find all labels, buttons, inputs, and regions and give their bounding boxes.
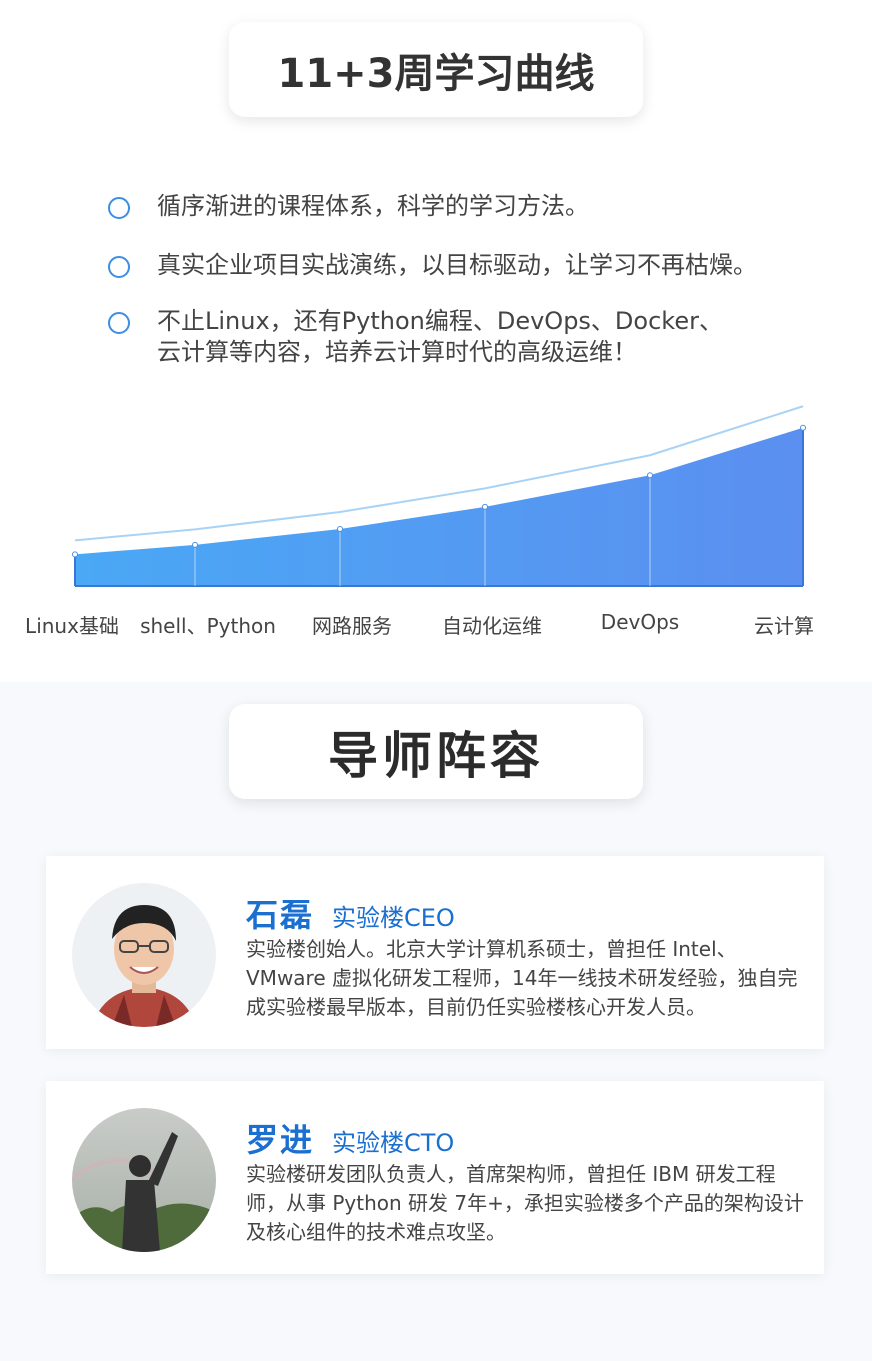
stage-label: 网路服务 — [312, 614, 392, 638]
mentor-avatar — [72, 1108, 216, 1252]
curve-point — [482, 503, 488, 510]
bullet-text: 不止Linux，还有Python编程、DevOps、Docker、 云计算等内容… — [157, 307, 723, 366]
curve-point — [72, 551, 78, 558]
stage-label: shell、Python — [140, 614, 276, 638]
curve-point — [192, 541, 198, 548]
stage-label: Linux基础 — [25, 614, 119, 638]
curve-point — [647, 472, 653, 479]
mentor-bio: 实验楼研发团队负责人，首席架构师，曾担任 IBM 研发工程师，从事 Python… — [246, 1162, 804, 1244]
mentor-card: 罗进 实验楼CTO 实验楼研发团队负责人，首席架构师，曾担任 IBM 研发工程师… — [46, 1081, 824, 1274]
mentor-avatar — [72, 883, 216, 1027]
curve-section-title: 11+3周学习曲线 — [229, 22, 643, 117]
mentor-section: 导师阵容 石磊 实验楼CEO 实验楼创始人。北京大学计算机系硕士，曾担任 Int… — [0, 682, 872, 1361]
circle-bullet-icon — [108, 312, 130, 334]
circle-bullet-icon — [108, 197, 130, 219]
mentor-name: 罗进 — [246, 1121, 315, 1159]
mentor-header: 罗进 实验楼CTO — [246, 1115, 454, 1161]
learning-curve-chart — [72, 405, 806, 587]
learning-curve-section: 11+3周学习曲线 循序渐进的课程体系，科学的学习方法。 真实企业项目实战演练，… — [0, 0, 872, 682]
mentor-header: 石磊 实验楼CEO — [246, 890, 455, 936]
mentor-bio: 实验楼创始人。北京大学计算机系硕士，曾担任 Intel、VMware 虚拟化研发… — [246, 937, 798, 1019]
bullet-item: 循序渐进的课程体系，科学的学习方法。 — [108, 191, 589, 222]
stage-label: 云计算 — [754, 614, 814, 638]
curve-area — [75, 427, 803, 586]
mentor-role: 实验楼CTO — [332, 1129, 455, 1157]
bullet-text: 循序渐进的课程体系，科学的学习方法。 — [157, 192, 589, 220]
circle-bullet-icon — [108, 256, 130, 278]
bullet-item: 真实企业项目实战演练，以目标驱动，让学习不再枯燥。 — [108, 250, 757, 281]
stage-label: DevOps — [600, 610, 680, 634]
curve-point — [337, 526, 343, 533]
mentor-role: 实验楼CEO — [332, 904, 455, 932]
bullet-item: 不止Linux，还有Python编程、DevOps、Docker、 云计算等内容… — [108, 306, 723, 368]
bullet-text: 真实企业项目实战演练，以目标驱动，让学习不再枯燥。 — [157, 251, 757, 279]
curve-point — [800, 424, 806, 431]
mentor-card: 石磊 实验楼CEO 实验楼创始人。北京大学计算机系硕士，曾担任 Intel、VM… — [46, 856, 824, 1049]
mentor-name: 石磊 — [246, 896, 315, 934]
stage-label: 自动化运维 — [442, 614, 542, 638]
mentor-section-title: 导师阵容 — [229, 704, 643, 799]
